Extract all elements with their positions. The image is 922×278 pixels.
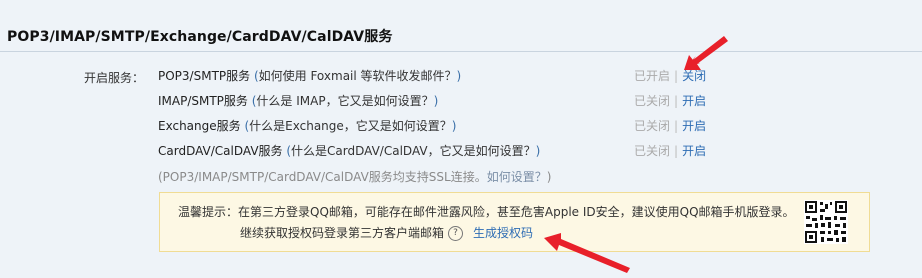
help-link-exchange[interactable]: 什么是Exchange，它又是如何设置？ [249,119,452,133]
toggle-pop3-button[interactable]: 关闭 [682,69,706,83]
status-state: 已关闭 [634,144,671,158]
toggle-imap-button[interactable]: 开启 [682,94,706,108]
service-row-pop3: POP3/SMTP服务 (如何使用 Foxmail 等软件收发邮件？) [158,68,461,84]
status-carddav: 已关闭 | 开启 [634,143,706,159]
service-name: POP3/SMTP服务 [158,69,251,83]
service-row-imap: IMAP/SMTP服务 (什么是 IMAP，它又是如何设置？) [158,93,438,109]
status-separator: | [674,144,679,158]
ssl-note: (POP3/IMAP/SMTP/CardDAV/CalDAV服务均支持SSL连接… [158,168,551,185]
status-state: 已关闭 [634,94,671,108]
status-pop3: 已开启 | 关闭 [634,68,706,84]
status-separator: | [674,94,679,108]
help-link-imap[interactable]: 什么是 IMAP，它又是如何设置？ [256,94,433,108]
tip-auth-text: 继续获取授权码登录第三方客户端邮箱 [240,226,445,240]
help-link-carddav[interactable]: 什么是CardDAV/CalDAV，它又是如何设置？ [291,144,536,158]
ssl-note-text: (POP3/IMAP/SMTP/CardDAV/CalDAV服务均支持SSL连接… [158,170,487,184]
section-title: POP3/IMAP/SMTP/Exchange/CardDAV/CalDAV服务 [7,29,393,45]
status-exchange: 已关闭 | 开启 [634,118,706,134]
status-separator: | [674,69,679,83]
tip-warning-text: 温馨提示：在第三方登录QQ邮箱，可能存在邮件泄露风险，甚至危害Apple ID安… [178,205,795,219]
service-name: CardDAV/CalDAV服务 [158,144,283,158]
help-paren-close: ) [535,144,541,158]
ssl-note-close: ) [546,170,552,184]
generate-auth-code-link[interactable]: 生成授权码 [473,226,533,240]
tip-box: 温馨提示：在第三方登录QQ邮箱，可能存在邮件泄露风险，甚至危害Apple ID安… [159,192,870,252]
tip-auth-row: 继续获取授权码登录第三方客户端邮箱? 生成授权码 [240,224,533,241]
help-link-pop3[interactable]: 如何使用 Foxmail 等软件收发邮件？ [259,69,457,83]
help-paren-close: ) [451,119,457,133]
qr-code-icon [804,200,848,244]
services-label: 开启服务： [84,71,145,85]
status-imap: 已关闭 | 开启 [634,93,706,109]
service-row-exchange: Exchange服务 (什么是Exchange，它又是如何设置？) [158,118,456,134]
status-state: 已关闭 [634,119,671,133]
title-divider [0,51,922,52]
service-name: Exchange服务 [158,119,241,133]
service-row-carddav: CardDAV/CalDAV服务 (什么是CardDAV/CalDAV，它又是如… [158,143,540,159]
ssl-setup-link[interactable]: 如何设置？ [487,170,547,184]
help-paren-open: ( [250,69,259,83]
help-paren-close: ) [456,69,462,83]
status-separator: | [674,119,679,133]
help-paren-open: ( [282,144,292,158]
service-name: IMAP/SMTP服务 [158,94,248,108]
help-paren-open: ( [240,119,250,133]
toggle-carddav-button[interactable]: 开启 [682,144,706,158]
help-paren-close: ) [433,94,439,108]
toggle-exchange-button[interactable]: 开启 [682,119,706,133]
status-state: 已开启 [634,69,671,83]
help-circle-icon[interactable]: ? [448,226,464,241]
